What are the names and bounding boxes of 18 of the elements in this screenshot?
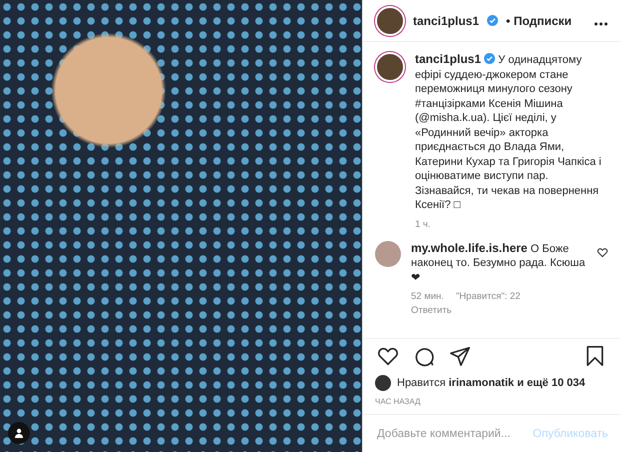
likes-text: Нравится irinamonatik и ещё 10 034 xyxy=(397,376,586,390)
more-icon xyxy=(594,22,608,26)
post-date: ЧАС НАЗАД xyxy=(374,396,422,408)
caption-text: tanci1plus1 У одинадцятому ефірі суддею-джокером стане переможниця минулого сезону #танцізірками Ксенія Мішина (@misha.k.ua). Цієї неділі, у «Родинний вечір» акторка приєднається до Влада Ями, Катерини Кухар та Григорія Чапкіса і оцінюватиме виступи пар. Зізнавайся, ти чекав на повернення Ксенії? □ xyxy=(415,52,602,212)
like-comment-button[interactable] xyxy=(597,246,608,258)
follow-status[interactable]: • Подписки xyxy=(506,14,572,28)
username-link[interactable]: tanci1plus1 xyxy=(415,52,482,66)
comment-text: my.whole.life.is.here О Боже наконец то. Безумно рада. Ксюша ❤ xyxy=(411,240,586,285)
avatar[interactable] xyxy=(375,375,391,391)
avatar[interactable] xyxy=(375,6,405,36)
comment-likes: "Нравится": 22 xyxy=(456,291,520,303)
username-link[interactable]: my.whole.life.is.here xyxy=(411,240,528,254)
post-time: 1 ч. xyxy=(415,218,431,230)
tagged-people-button[interactable] xyxy=(8,422,30,444)
avatar[interactable] xyxy=(375,52,405,82)
comment-time: 52 мин. xyxy=(411,291,444,303)
username-link[interactable]: tanci1plus1 xyxy=(413,14,480,28)
person-icon xyxy=(14,428,24,438)
